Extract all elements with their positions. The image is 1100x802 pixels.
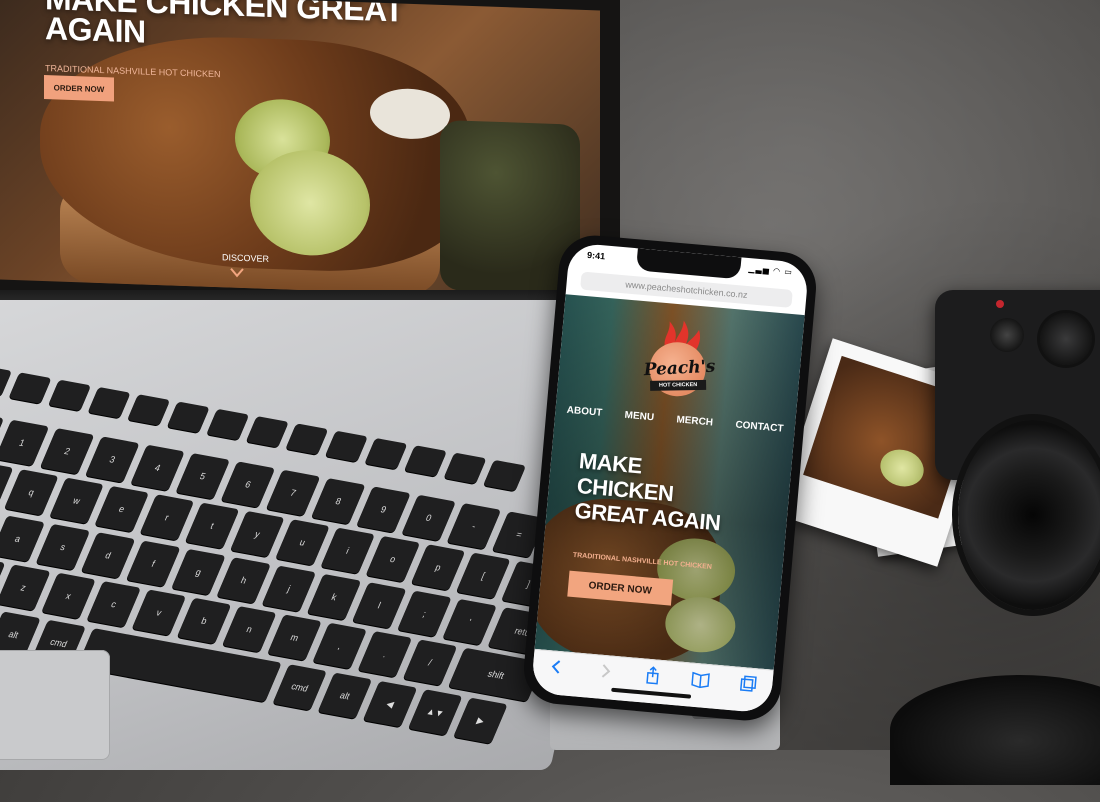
status-time: 9:41 [586,249,606,262]
keyboard-key[interactable] [48,379,92,412]
keyboard-key[interactable]: 3 [85,435,140,483]
keyboard-key[interactable]: 5 [175,452,231,499]
laptop-display: MAKE CHICKEN GREAT AGAIN TRADITIONAL NAS… [0,0,600,301]
chevron-down-icon[interactable] [230,266,244,280]
keyboard-key[interactable]: g [171,548,226,596]
hero-title: MAKE CHICKEN GREAT AGAIN [573,448,722,536]
status-icons: ▁▃▅ ◠ ▭ [748,264,794,277]
laptop-screen-bezel: MAKE CHICKEN GREAT AGAIN TRADITIONAL NAS… [0,0,620,322]
smartphone: 9:41 ▁▃▅ ◠ ▭ www.peacheshotchicken.co.nz… [521,232,819,724]
keyboard-key[interactable]: 4 [130,444,185,491]
trackpad[interactable] [0,650,110,760]
website-viewport: Peach's HOT CHICKEN ABOUT MENU MERCH CON… [534,294,805,670]
keyboard-key[interactable]: n [221,606,277,653]
keyboard-key[interactable]: x [41,573,96,620]
keyboard-key[interactable]: j [261,565,317,612]
peaches-logo[interactable]: Peach's HOT CHICKEN [635,317,726,404]
keyboard-key[interactable] [324,430,368,463]
keyboard-key[interactable]: v [131,589,186,637]
phone-notch [635,248,742,280]
keyboard-key[interactable]: e [94,486,149,533]
keyboard-key[interactable] [285,423,329,455]
camera-record-button [996,300,1004,308]
keyboard-key[interactable]: cmd [272,664,327,711]
keyboard-key[interactable] [206,408,250,441]
keyboard-key[interactable] [245,416,289,448]
tabs-icon[interactable] [737,674,760,694]
keyboard-key[interactable]: 7 [266,469,321,516]
camera-dial-small [990,318,1024,352]
keyboard-key[interactable]: q [4,469,59,516]
keyboard-key[interactable]: 1 [0,419,50,466]
keyboard-key[interactable] [87,386,131,419]
laptop-hero-title: MAKE CHICKEN GREAT AGAIN [45,0,404,50]
keyboard-key[interactable]: z [0,564,51,612]
keyboard-key[interactable]: b [176,598,232,645]
keyboard-key[interactable]: h [216,557,272,604]
keyboard-key[interactable] [364,437,408,470]
keyboard-key[interactable]: 8 [311,477,366,524]
forward-icon[interactable] [593,661,616,681]
logo-wordmark: Peach's [643,356,716,381]
keyboard-key[interactable] [127,394,171,426]
keyboard-key[interactable]: i [320,527,375,575]
polaroid-pickle [875,444,929,492]
keyboard-key[interactable]: 9 [356,485,411,533]
keyboard-key[interactable] [404,445,447,477]
keyboard-key[interactable]: y [230,511,285,558]
keyboard-key[interactable]: t [184,502,240,550]
back-icon[interactable] [545,657,568,677]
phone-screen: 9:41 ▁▃▅ ◠ ▭ www.peacheshotchicken.co.nz… [530,242,810,714]
camera-lens [958,420,1100,610]
keyboard-key[interactable]: k [306,573,362,621]
keyboard-key[interactable]: , [312,623,367,670]
keyboard-key[interactable]: w [49,477,104,525]
keyboard-key[interactable]: 2 [40,427,95,474]
camera-dial [1040,313,1092,365]
keyboard-key[interactable]: c [86,581,141,628]
keyboard-key[interactable]: r [139,494,195,541]
logo-subtitle: HOT CHICKEN [650,379,707,391]
keyboard-key[interactable]: s [35,523,91,571]
keyboard-key[interactable]: m [267,614,322,662]
share-icon[interactable] [641,665,664,685]
keyboard-key[interactable]: f [126,540,181,587]
keyboard-key[interactable]: d [81,532,136,579]
keyboard-key[interactable]: u [275,519,330,566]
laptop-order-now-button[interactable]: ORDER NOW [44,75,114,102]
keyboard-key[interactable] [166,401,210,433]
bookmarks-icon[interactable] [689,670,712,690]
discover-label[interactable]: DISCOVER [222,252,269,264]
keyboard-key[interactable] [8,372,52,404]
keyboard-key[interactable]: 6 [220,460,276,508]
